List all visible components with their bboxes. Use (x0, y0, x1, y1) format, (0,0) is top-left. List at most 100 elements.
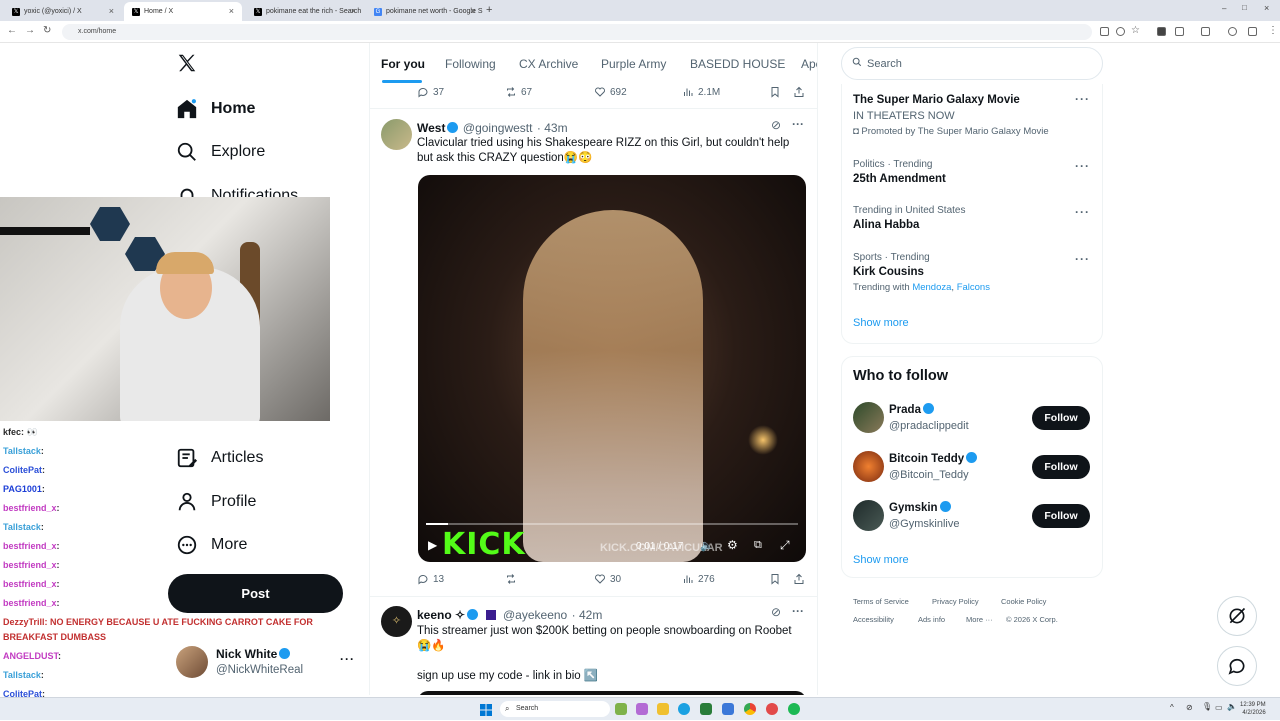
browser-tab[interactable]: G pokimane net worth - Google S × (366, 2, 484, 21)
tray-chevron-icon[interactable]: ^ (1170, 703, 1174, 712)
edge-icon[interactable] (678, 703, 690, 715)
menu-kebab-icon[interactable]: ⋮ (1268, 25, 1278, 36)
nav-articles[interactable]: Articles (176, 443, 263, 473)
avatar[interactable] (853, 402, 884, 433)
chat-username[interactable]: DezzyTrill (3, 617, 45, 627)
trend-item[interactable]: Politics · Trending 25th Amendment (853, 159, 946, 185)
maximize-icon[interactable]: □ (1242, 3, 1247, 12)
trend-link[interactable]: Mendoza (912, 282, 951, 293)
follow-button[interactable]: Follow (1032, 504, 1090, 528)
grok-icon[interactable]: ⊘ (771, 118, 781, 132)
chat-username[interactable]: ANGELDUST (3, 651, 58, 661)
tweet-time[interactable]: · 43m (537, 121, 568, 135)
grok-button[interactable] (1217, 596, 1257, 636)
bookmark-button[interactable] (769, 573, 785, 585)
app-icon[interactable] (615, 703, 627, 715)
chat-username[interactable]: PAG1001 (3, 484, 42, 494)
chat-username[interactable]: Tallstack (3, 522, 41, 532)
spotify-icon[interactable] (788, 703, 800, 715)
tweet-author-name[interactable]: West (417, 121, 445, 135)
clock[interactable]: 12:39 PM 4/2/2026 (1240, 701, 1266, 717)
close-tab-icon[interactable]: × (351, 6, 356, 16)
file-explorer-icon[interactable] (657, 703, 669, 715)
trend-item[interactable]: Sports · Trending Kirk Cousins Trending … (853, 252, 990, 293)
footer-link[interactable]: Terms of Service (853, 597, 909, 606)
browser-tab-active[interactable]: 𝕏 Home / X × (124, 2, 242, 21)
chat-username[interactable]: bestfriend_x (3, 598, 57, 608)
like-button[interactable]: 692 (594, 86, 627, 98)
tray-icon[interactable]: ⊘ (1186, 703, 1193, 712)
chat-username[interactable]: ColitePat (3, 465, 42, 475)
extension-icon[interactable] (1157, 27, 1166, 36)
taskbar-search[interactable]: ⌕ Search (500, 701, 610, 717)
avatar[interactable] (176, 646, 208, 678)
trend-more-icon[interactable]: ··· (1075, 252, 1090, 266)
bookmark-button[interactable] (769, 86, 785, 98)
tab-purple-army[interactable]: Purple Army (601, 57, 666, 71)
nav-more[interactable]: More (176, 530, 247, 560)
zoom-icon[interactable] (1116, 27, 1125, 36)
video-progress-track[interactable] (426, 523, 798, 525)
reply-button[interactable]: 37 (417, 86, 444, 98)
bookmark-star-icon[interactable]: ☆ (1131, 25, 1140, 36)
windows-start-icon[interactable] (480, 703, 492, 716)
tab-for-you[interactable]: For you (381, 57, 425, 71)
tab-cx-archive[interactable]: CX Archive (519, 57, 578, 71)
follow-suggestion-name[interactable]: Prada (889, 403, 934, 416)
extension-icon[interactable] (1100, 27, 1109, 36)
trend-item[interactable]: Trending in United States Alina Habba (853, 205, 965, 231)
back-icon[interactable]: ← (7, 25, 17, 36)
tweet-author-handle[interactable]: @goingwestt (463, 121, 533, 135)
chat-username[interactable]: kfec (3, 427, 21, 437)
tweet-author-name[interactable]: keeno ✧ (417, 608, 465, 622)
reply-button[interactable]: 13 (417, 573, 444, 585)
volume-icon[interactable]: 🔈 (700, 539, 714, 552)
nav-explore[interactable]: Explore (176, 137, 265, 167)
repost-button[interactable]: 67 (505, 86, 532, 98)
avatar[interactable] (381, 119, 412, 150)
trend-more-icon[interactable]: ··· (1075, 205, 1090, 219)
close-tab-icon[interactable]: × (229, 6, 234, 16)
browser-tab[interactable]: 𝕏 yoxic (@yoxici) / X × (4, 2, 122, 21)
footer-link[interactable]: Accessibility (853, 615, 894, 624)
post-button[interactable]: Post (168, 574, 343, 613)
network-icon[interactable]: ▭ (1215, 703, 1223, 712)
follow-suggestion-name[interactable]: Gymskin (889, 501, 951, 514)
grok-icon[interactable]: ⊘ (771, 605, 781, 619)
chat-username[interactable]: bestfriend_x (3, 503, 57, 513)
trend-more-icon[interactable]: ··· (1075, 92, 1090, 106)
trends-show-more-link[interactable]: Show more (853, 317, 909, 329)
views-button[interactable]: 2.1M (682, 86, 720, 98)
settings-gear-icon[interactable]: ⚙ (727, 538, 738, 552)
tab-ape[interactable]: Ape (801, 57, 817, 71)
chrome-icon[interactable] (744, 703, 756, 715)
messages-button[interactable] (1217, 646, 1257, 686)
repost-button[interactable] (505, 573, 521, 585)
close-tab-icon[interactable]: × (471, 6, 476, 16)
follow-suggestion-name[interactable]: Bitcoin Teddy (889, 452, 978, 465)
fullscreen-icon[interactable]: ⤢ (780, 538, 790, 553)
footer-link[interactable]: Cookie Policy (1001, 597, 1046, 606)
chat-username[interactable]: Tallstack (3, 446, 41, 456)
app-icon[interactable] (700, 703, 712, 715)
trend-item[interactable]: The Super Mario Galaxy Movie IN THEATERS… (853, 94, 1093, 137)
avatar[interactable] (853, 451, 884, 482)
nav-home[interactable]: Home (176, 94, 255, 124)
close-tab-icon[interactable]: × (109, 6, 114, 16)
account-menu-icon[interactable]: ··· (340, 652, 355, 666)
tweet-more-icon[interactable]: ··· (792, 604, 804, 618)
extension-icon[interactable] (1175, 27, 1184, 36)
app-icon[interactable] (722, 703, 734, 715)
follow-button[interactable]: Follow (1032, 455, 1090, 479)
follow-show-more-link[interactable]: Show more (853, 554, 909, 566)
sidebar-icon[interactable] (1201, 27, 1210, 36)
tweet-time[interactable]: · 42m (572, 608, 603, 622)
share-button[interactable] (793, 573, 809, 585)
browser-tab[interactable]: 𝕏 pokimane eat the rich - Search × (246, 2, 364, 21)
x-logo-icon[interactable] (176, 52, 200, 76)
volume-icon[interactable]: 🔈 (1227, 702, 1237, 711)
mic-icon[interactable]: 🎙 (1202, 702, 1212, 711)
share-button[interactable] (793, 86, 809, 98)
tweet-media[interactable] (418, 691, 806, 695)
chat-username[interactable]: bestfriend_x (3, 560, 57, 570)
